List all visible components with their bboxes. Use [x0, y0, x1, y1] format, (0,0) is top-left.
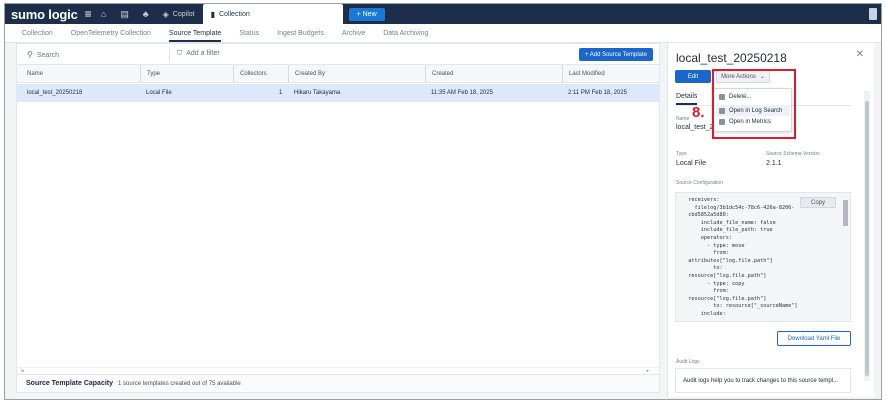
tab-copilot-label: Copilot: [172, 10, 195, 18]
download-yaml-button[interactable]: Download Yaml File: [777, 331, 851, 346]
source-template-list: ⚲ Search ⛉ Add a filter + Add Source Templ…: [16, 43, 660, 393]
toolbar-divider: [169, 47, 170, 62]
copilot-icon: ◈: [162, 9, 169, 19]
table-header: Name Type Collectors Created By Created …: [17, 65, 659, 83]
horizontal-scrollbar[interactable]: ◂ ▸: [17, 367, 659, 374]
schema-version-label: Source Schema Version: [766, 151, 820, 157]
source-configuration-code[interactable]: receivers: filelog/3b1dc54c-78c6-426a-82…: [675, 192, 851, 322]
capacity-status: 1 source templates created out of 75 ava…: [118, 380, 241, 387]
files-icon[interactable]: ▤: [116, 4, 134, 24]
tab-copilot[interactable]: ◈ Copilot: [155, 4, 203, 24]
home-icon[interactable]: ⌂: [95, 4, 113, 24]
collection-icon: ▮: [210, 9, 215, 19]
tab-collection-label: Collection: [219, 10, 250, 18]
copy-button[interactable]: Copy: [800, 197, 836, 208]
capacity-footer: Source Template Capacity 1 source templa…: [17, 374, 659, 392]
detail-scrollbar[interactable]: [864, 91, 870, 381]
subnav-archive[interactable]: Archive: [342, 30, 365, 42]
menu-icon[interactable]: ≡: [85, 7, 92, 21]
tab-collection[interactable]: ▮ Collection: [202, 4, 343, 24]
new-button[interactable]: + New: [348, 7, 385, 21]
column-type[interactable]: Type: [140, 65, 160, 82]
subnav-opentelemetry[interactable]: OpenTelemetry Collection: [71, 30, 151, 42]
cell-created-by: Hikaru Takayama: [294, 90, 341, 96]
column-created[interactable]: Created: [425, 65, 453, 82]
list-toolbar: ⚲ Search ⛉ Add a filter + Add Source Templ…: [17, 44, 659, 65]
column-name[interactable]: Name: [17, 65, 43, 82]
table-row[interactable]: local_test_20250218 Local File 1 Hikaru …: [17, 84, 659, 102]
config-yaml: receivers: filelog/3b1dc54c-78c6-426a-82…: [688, 197, 798, 317]
type-label: Type: [676, 151, 687, 157]
filter-icon: ⛉: [177, 50, 183, 57]
search-icon: ⚲: [27, 50, 33, 59]
capacity-title: Source Template Capacity: [26, 380, 114, 387]
sub-navigation: Collection OpenTelemetry Collection Sour…: [5, 24, 881, 43]
audit-logs-box[interactable]: Audit logs help you to track changes to …: [675, 368, 851, 393]
cell-created: 11:35 AM Feb 18, 2025: [431, 90, 493, 96]
column-collectors[interactable]: Collectors: [233, 65, 267, 82]
highlight-box: [712, 69, 796, 139]
step-number: 8.: [692, 104, 705, 121]
subnav-data-archiving[interactable]: Data Archiving: [383, 30, 428, 42]
edit-button[interactable]: Edit: [675, 70, 711, 83]
app-window: sumo logic ≡ ⌂ ▤ ♣ ◈ Copilot ▮ Collectio…: [4, 3, 882, 400]
cell-type: Local File: [146, 90, 172, 96]
name-label: Name: [676, 116, 690, 122]
schema-version-value: 2.1.1: [766, 160, 782, 167]
search-input[interactable]: ⚲ Search: [27, 50, 59, 59]
top-bar: sumo logic ≡ ⌂ ▤ ♣ ◈ Copilot ▮ Collectio…: [5, 4, 881, 24]
add-source-template-button[interactable]: + Add Source Template: [578, 48, 653, 61]
audit-logs-label: Audit Logs: [676, 359, 700, 365]
more-menu-icon[interactable]: [869, 8, 877, 20]
type-value: Local File: [676, 160, 706, 167]
subnav-source-template[interactable]: Source Template: [168, 30, 222, 42]
detail-title: local_test_20250218: [676, 51, 787, 65]
sumo-logic-logo[interactable]: sumo logic: [11, 7, 78, 22]
close-icon[interactable]: ✕: [856, 49, 864, 60]
cell-name: local_test_20250218: [27, 90, 83, 96]
add-filter-button[interactable]: ⛉ Add a filter: [177, 50, 220, 58]
cell-last-modified: 2:11 PM Feb 18, 2025: [568, 90, 627, 96]
code-scrollbar[interactable]: [842, 194, 849, 321]
subnav-collection[interactable]: Collection: [22, 30, 53, 42]
column-created-by[interactable]: Created By: [288, 65, 325, 82]
bell-icon[interactable]: ♣: [137, 4, 155, 24]
subnav-status[interactable]: Status: [239, 30, 259, 42]
column-last-modified[interactable]: Last Modified: [562, 65, 605, 82]
cell-collectors: 1: [279, 90, 283, 96]
subnav-ingest-budgets[interactable]: Ingest Budgets: [277, 30, 324, 42]
source-configuration-label: Source Configuration: [676, 180, 723, 186]
